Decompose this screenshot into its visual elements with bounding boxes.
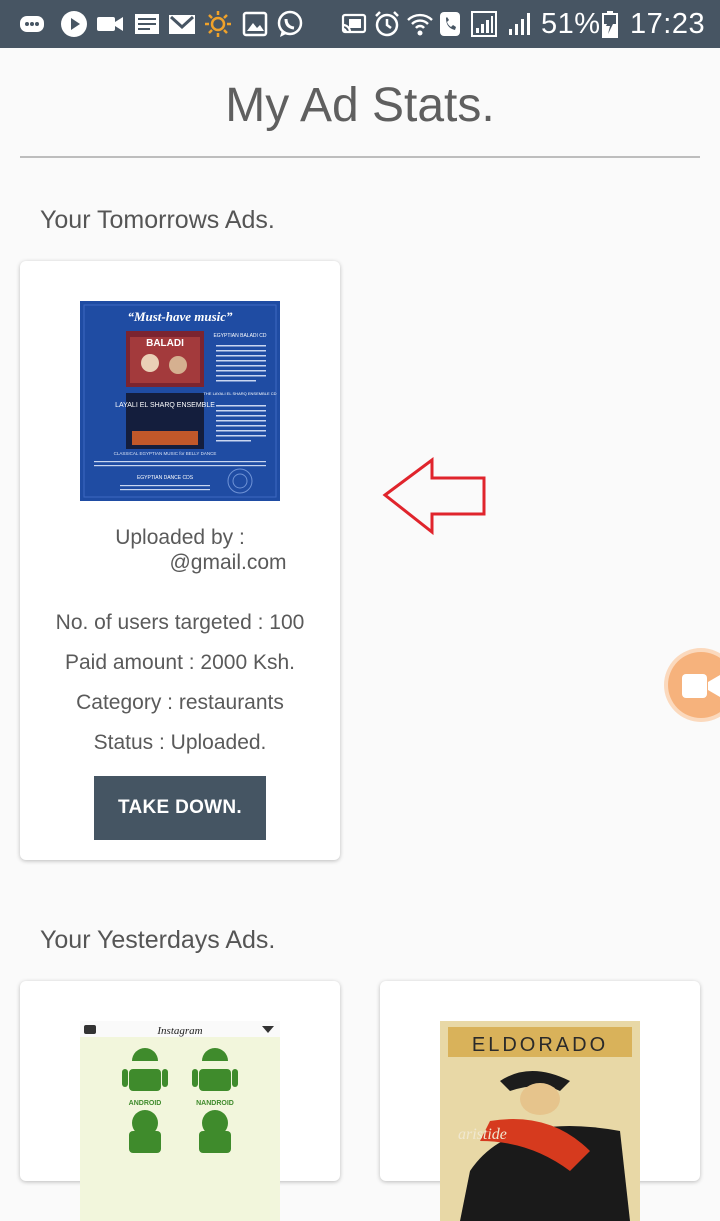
svg-text:EGYPTIAN DANCE CDS: EGYPTIAN DANCE CDS [137, 475, 194, 481]
chat-icon [20, 16, 44, 32]
phone-icon [440, 12, 460, 36]
section-title-yesterday: Your Yesterdays Ads. [40, 926, 276, 954]
uploaded-by-email: @gmail.com [169, 551, 287, 574]
video-icon [97, 17, 123, 31]
uploaded-by-label: Uploaded by : [115, 526, 245, 549]
page-title: My Ad Stats. [225, 79, 495, 132]
svg-text:THE LAYALI EL SHARQ ENSEMBLE C: THE LAYALI EL SHARQ ENSEMBLE CD [203, 391, 276, 396]
wifi-call-icon [407, 13, 433, 36]
ad-poster-image[interactable]: “Must-have music” BALADI LAYALI EL SHARQ… [80, 301, 280, 501]
news-icon [135, 14, 159, 34]
users-targeted: No. of users targeted : 100 [55, 611, 305, 634]
alarm-icon [375, 11, 399, 37]
instagram-header: Instagram [156, 1025, 202, 1037]
android-poster-artwork: Instagram ANDROID NANDROID [80, 1021, 280, 1221]
svg-text:aristide: aristide [458, 1126, 507, 1143]
left-arrow-icon [382, 457, 486, 536]
ad-card: Instagram ANDROID NANDROID [20, 981, 340, 1221]
take-down-button[interactable]: TAKE DOWN. [94, 776, 266, 840]
whatsapp-icon [277, 10, 303, 37]
clock: 17:23 [630, 8, 706, 40]
svg-text:EGYPTIAN BALADI CD: EGYPTIAN BALADI CD [213, 333, 266, 339]
video-camera-icon [682, 674, 720, 698]
svg-text:ELDORADO: ELDORADO [472, 1034, 608, 1056]
paid-amount: Paid amount : 2000 Ksh. [65, 651, 295, 674]
svg-text:BALADI: BALADI [146, 338, 184, 349]
svg-text:NANDROID: NANDROID [196, 1100, 234, 1107]
ad-poster-image[interactable]: ELDORADO aristide [440, 1021, 640, 1221]
ad-card: “Must-have music” BALADI LAYALI EL SHARQ… [20, 261, 340, 860]
signal-icon [509, 13, 530, 35]
signal-icon [471, 11, 497, 37]
category: Category : restaurants [76, 691, 284, 714]
gmail-icon [169, 15, 195, 34]
play-icon [61, 11, 87, 37]
cast-icon [341, 13, 367, 34]
video-call-fab[interactable] [668, 652, 720, 718]
ad-poster-image[interactable]: Instagram ANDROID NANDROID [80, 1021, 280, 1221]
status: Status : Uploaded. [93, 731, 267, 754]
gallery-icon [242, 11, 268, 37]
battery-charging-icon [602, 11, 618, 38]
status-bar: 51% 17:23 [0, 0, 720, 48]
svg-text:CLASSICAL EGYPTIAN MUSIC for B: CLASSICAL EGYPTIAN MUSIC for BELLY DANCE [114, 451, 217, 456]
section-title-tomorrow: Your Tomorrows Ads. [40, 206, 275, 234]
title-divider [20, 156, 700, 158]
ad-card: ELDORADO aristide [380, 981, 700, 1221]
poster-artwork: “Must-have music” BALADI LAYALI EL SHARQ… [80, 301, 280, 501]
svg-text:“Must-have music”: “Must-have music” [127, 309, 233, 324]
eldorado-poster-artwork: ELDORADO aristide [440, 1021, 640, 1221]
brightness-icon [205, 11, 231, 37]
svg-text:LAYALI EL SHARQ ENSEMBLE: LAYALI EL SHARQ ENSEMBLE [115, 402, 215, 409]
svg-text:ANDROID: ANDROID [129, 1100, 162, 1107]
battery-percent: 51% [541, 8, 601, 40]
